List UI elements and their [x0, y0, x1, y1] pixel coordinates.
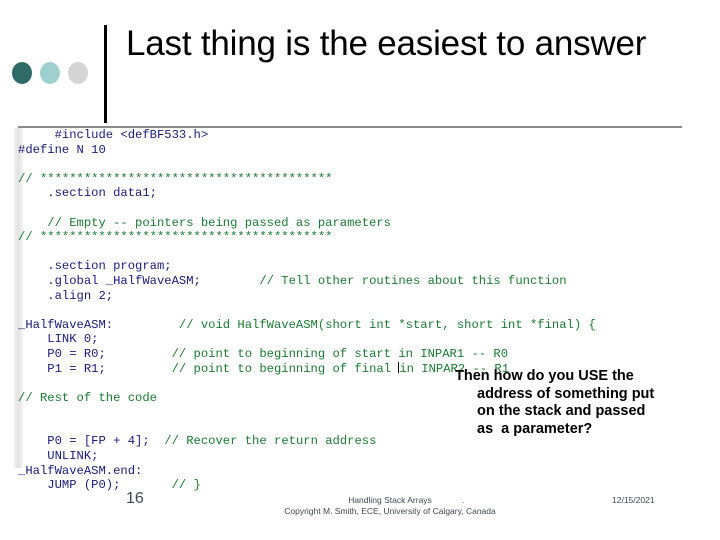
code-line: // *************************************… — [18, 230, 700, 245]
code-span — [113, 318, 179, 332]
code-line: .section program; — [18, 259, 700, 274]
code-line: UNLINK; — [18, 449, 700, 464]
code-line: // *************************************… — [18, 172, 700, 187]
page-number: 16 — [126, 490, 144, 507]
code-span: // Rest of the code — [18, 390, 157, 405]
code-span: // point to beginning of start in INPAR1… — [171, 346, 509, 361]
code-line: .global _HalfWaveASM; // Tell other rout… — [18, 274, 700, 289]
code-span: P0 = [FP + 4]; — [18, 434, 150, 449]
callout-line-1: Then how do you USE the — [455, 368, 634, 384]
code-span: .section data1; — [18, 186, 157, 201]
slide-title-area: Last thing is the easiest to answer — [0, 0, 720, 123]
page-title: Last thing is the easiest to answer — [126, 24, 647, 63]
code-span: .align 2; — [18, 288, 114, 303]
code-line: _HalfWaveASM: // void HalfWaveASM(short … — [18, 318, 700, 333]
code-line: #define N 10 — [18, 143, 700, 158]
footer-date: 12/15/2021 — [612, 495, 655, 505]
bullet-light-circle-icon — [40, 62, 60, 84]
code-span: LINK 0; — [18, 332, 99, 347]
code-span: #define N 10 — [18, 142, 106, 157]
code-span — [150, 434, 165, 448]
code-span — [106, 347, 172, 361]
code-span: // Recover the return address — [164, 434, 377, 449]
title-vertical-rule — [104, 25, 107, 123]
code-line: // Empty -- pointers being passed as par… — [18, 216, 700, 231]
code-line: .section data1; — [18, 186, 700, 201]
footer-separator: . — [462, 495, 465, 505]
code-span: .section program; — [18, 259, 172, 274]
code-span — [201, 274, 260, 288]
code-span: _HalfWaveASM: — [18, 317, 114, 332]
code-span: // *************************************… — [18, 230, 333, 245]
footer-copyright-line: Copyright M. Smith, ECE, University of C… — [284, 506, 496, 516]
code-span: .global _HalfWaveASM; — [18, 273, 201, 288]
bullet-dark-circle-icon — [12, 62, 32, 84]
callout-line-2: address of something put — [477, 385, 655, 402]
code-span: // void HalfWaveASM(short int *start, sh… — [178, 317, 596, 332]
code-line: _HalfWaveASM.end: — [18, 464, 700, 479]
code-span: // *************************************… — [18, 171, 333, 186]
callout-line-3: on the stack and passed — [477, 403, 646, 419]
code-span: // Tell other routines about this functi… — [259, 273, 567, 288]
code-span: _HalfWaveASM.end: — [18, 463, 143, 478]
code-span — [106, 362, 172, 376]
code-line: P0 = R0; // point to beginning of start … — [18, 347, 700, 362]
slide-footer: 16 Handling Stack Arrays Copyright M. Sm… — [0, 488, 720, 528]
code-listing[interactable]: #include <defBF533.h> #define N 10 // ***… — [18, 128, 700, 493]
code-span: // point to beginning of final — [171, 361, 399, 376]
code-line: .align 2; — [18, 289, 700, 304]
code-span: P1 = R1; — [18, 361, 106, 376]
callout-question: Then how do you USE the address of somet… — [455, 368, 713, 438]
footer-credit: Handling Stack Arrays Copyright M. Smith… — [200, 495, 580, 517]
code-span: P0 = R0; — [18, 346, 106, 361]
footer-title-line: Handling Stack Arrays — [348, 495, 432, 505]
callout-line-4: as a parameter? — [477, 420, 593, 437]
code-line: LINK 0; — [18, 332, 700, 347]
code-span: UNLINK; — [18, 449, 99, 464]
decorative-bullets — [8, 60, 108, 84]
code-span: // Empty -- pointers being passed as par… — [18, 215, 391, 230]
code-span: #include <defBF533.h> — [18, 128, 209, 142]
code-line: #include <defBF533.h> — [18, 128, 700, 143]
bullet-gray-circle-icon — [68, 62, 88, 84]
